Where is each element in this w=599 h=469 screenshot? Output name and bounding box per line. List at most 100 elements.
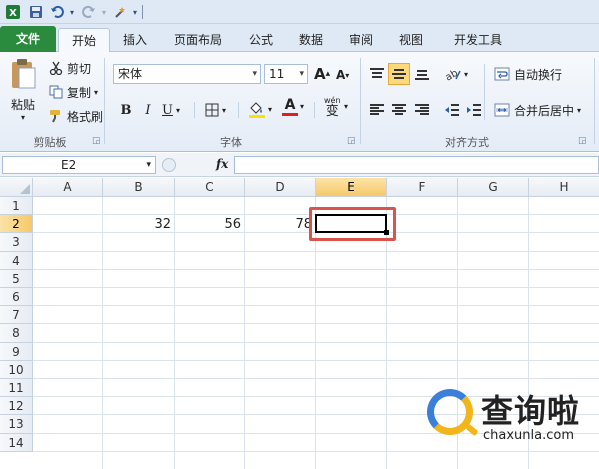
group-separator (104, 58, 105, 144)
row-header-11[interactable]: 11 (0, 379, 33, 398)
column-header-b[interactable]: B (103, 178, 175, 197)
row-header-4[interactable]: 4 (0, 251, 33, 270)
select-all-corner[interactable] (0, 178, 33, 197)
svg-text:X: X (9, 8, 17, 19)
column-header-a[interactable]: A (33, 178, 103, 197)
borders-dropdown-icon: ▾ (222, 105, 227, 115)
underline-button[interactable]: U ▾ (162, 100, 180, 120)
align-right-button[interactable] (411, 100, 433, 120)
merge-cells-icon (493, 103, 511, 117)
font-size-select[interactable]: 11 ▾ (264, 64, 308, 84)
name-box-value: E2 (61, 158, 77, 172)
row-header-1[interactable]: 1 (0, 197, 33, 216)
orientation-button[interactable]: ab ▾ (444, 64, 468, 84)
tab-page-layout[interactable]: 页面布局 (162, 28, 234, 52)
row-header-9[interactable]: 9 (0, 342, 33, 361)
formula-bar-splitter[interactable] (162, 158, 176, 172)
tab-insert[interactable]: 插入 (112, 28, 158, 52)
cut-button[interactable]: 剪切 (47, 58, 91, 78)
tool-separator (238, 102, 239, 118)
save-icon[interactable] (27, 3, 45, 21)
shrink-font-button[interactable]: A ▾ (336, 66, 349, 84)
align-center-button[interactable] (388, 100, 410, 120)
name-box[interactable]: E2 ▾ (2, 156, 156, 174)
phonetic-char: 变 (325, 104, 339, 119)
scissors-icon (47, 61, 65, 75)
bold-button[interactable]: B (118, 100, 134, 120)
italic-button[interactable]: I (140, 100, 156, 120)
copy-button[interactable]: 复制 ▾ (47, 82, 98, 102)
gridline (244, 197, 245, 469)
tool-separator (484, 64, 485, 120)
tab-developer[interactable]: 开发工具 (440, 28, 516, 52)
decrease-indent-button[interactable] (442, 100, 462, 120)
cell-b2[interactable]: 32 (103, 216, 171, 234)
tab-home[interactable]: 开始 (58, 28, 110, 52)
font-color-button[interactable]: A (282, 98, 298, 120)
align-left-button[interactable] (366, 100, 388, 120)
row-header-3[interactable]: 3 (0, 233, 33, 252)
phonetic-guide-button[interactable]: wén 变 (324, 96, 341, 120)
row-header-8[interactable]: 8 (0, 324, 33, 343)
paste-dropdown-icon: ▾ (20, 113, 25, 122)
font-dialog-launcher-icon[interactable]: ◲ (347, 136, 356, 146)
tab-view[interactable]: 视图 (388, 28, 434, 52)
font-color-dropdown-icon[interactable]: ▾ (300, 102, 304, 111)
row-header-5[interactable]: 5 (0, 269, 33, 288)
fill-color-dropdown-icon: ▾ (268, 104, 273, 114)
column-header-f[interactable]: F (387, 178, 458, 197)
align-top-button[interactable] (366, 64, 388, 84)
align-middle-button[interactable] (388, 63, 410, 85)
borders-button[interactable]: ▾ (205, 100, 226, 120)
gridline (33, 359, 599, 361)
customize-icon[interactable] (112, 3, 130, 21)
column-header-g[interactable]: G (458, 178, 529, 197)
paste-button[interactable]: 粘贴 ▾ (6, 58, 40, 128)
font-color-swatch (282, 113, 298, 116)
wrap-text-button[interactable]: 自动换行 (493, 64, 562, 84)
merge-center-label: 合并后居中 (514, 103, 575, 118)
cell-d2[interactable]: 78 (245, 216, 312, 234)
row-header-13[interactable]: 13 (0, 415, 33, 434)
redo-dropdown-icon[interactable]: ▾ (99, 3, 109, 21)
row-header-7[interactable]: 7 (0, 306, 33, 325)
row-header-2[interactable]: 2 (0, 215, 33, 234)
gridline (33, 305, 599, 307)
phonetic-dropdown-icon[interactable]: ▾ (344, 102, 348, 111)
tab-review[interactable]: 审阅 (338, 28, 384, 52)
align-bottom-button[interactable] (411, 64, 433, 84)
excel-app-icon[interactable]: X (4, 3, 22, 21)
column-header-h[interactable]: H (529, 178, 599, 197)
row-header-14[interactable]: 14 (0, 433, 33, 452)
column-header-c[interactable]: C (175, 178, 245, 197)
format-painter-button[interactable]: 格式刷 (47, 106, 103, 126)
tab-data[interactable]: 数据 (288, 28, 334, 52)
qat-more-icon[interactable]: ▾ (131, 3, 139, 21)
redo-icon[interactable] (80, 3, 98, 21)
increase-indent-button[interactable] (464, 100, 484, 120)
tab-formulas[interactable]: 公式 (238, 28, 284, 52)
undo-icon[interactable] (48, 3, 66, 21)
copy-dropdown-icon[interactable]: ▾ (94, 88, 98, 97)
format-painter-label: 格式刷 (67, 109, 104, 124)
undo-dropdown-icon[interactable]: ▾ (67, 3, 77, 21)
tab-file[interactable]: 文件 (0, 26, 56, 52)
font-name-select[interactable]: 宋体 ▾ (113, 64, 261, 84)
alignment-dialog-launcher-icon[interactable]: ◲ (578, 136, 587, 146)
row-header-6[interactable]: 6 (0, 288, 33, 307)
insert-function-button[interactable]: fx (216, 157, 228, 171)
group-separator (594, 58, 595, 144)
grow-font-button[interactable]: A ▴ (314, 64, 330, 84)
row-header-12[interactable]: 12 (0, 397, 33, 416)
row-header-10[interactable]: 10 (0, 360, 33, 379)
fill-color-button[interactable]: ▾ (248, 98, 272, 120)
tool-separator (314, 102, 315, 118)
clipboard-dialog-launcher-icon[interactable]: ◲ (92, 136, 101, 146)
cell-c2[interactable]: 56 (175, 216, 241, 234)
column-header-d[interactable]: D (245, 178, 316, 197)
gridline (33, 341, 599, 343)
merge-center-button[interactable]: 合并后居中 ▾ (493, 100, 581, 120)
formula-input[interactable] (234, 156, 599, 174)
grow-arrow-icon: ▴ (325, 69, 331, 79)
column-header-e[interactable]: E (316, 178, 387, 197)
